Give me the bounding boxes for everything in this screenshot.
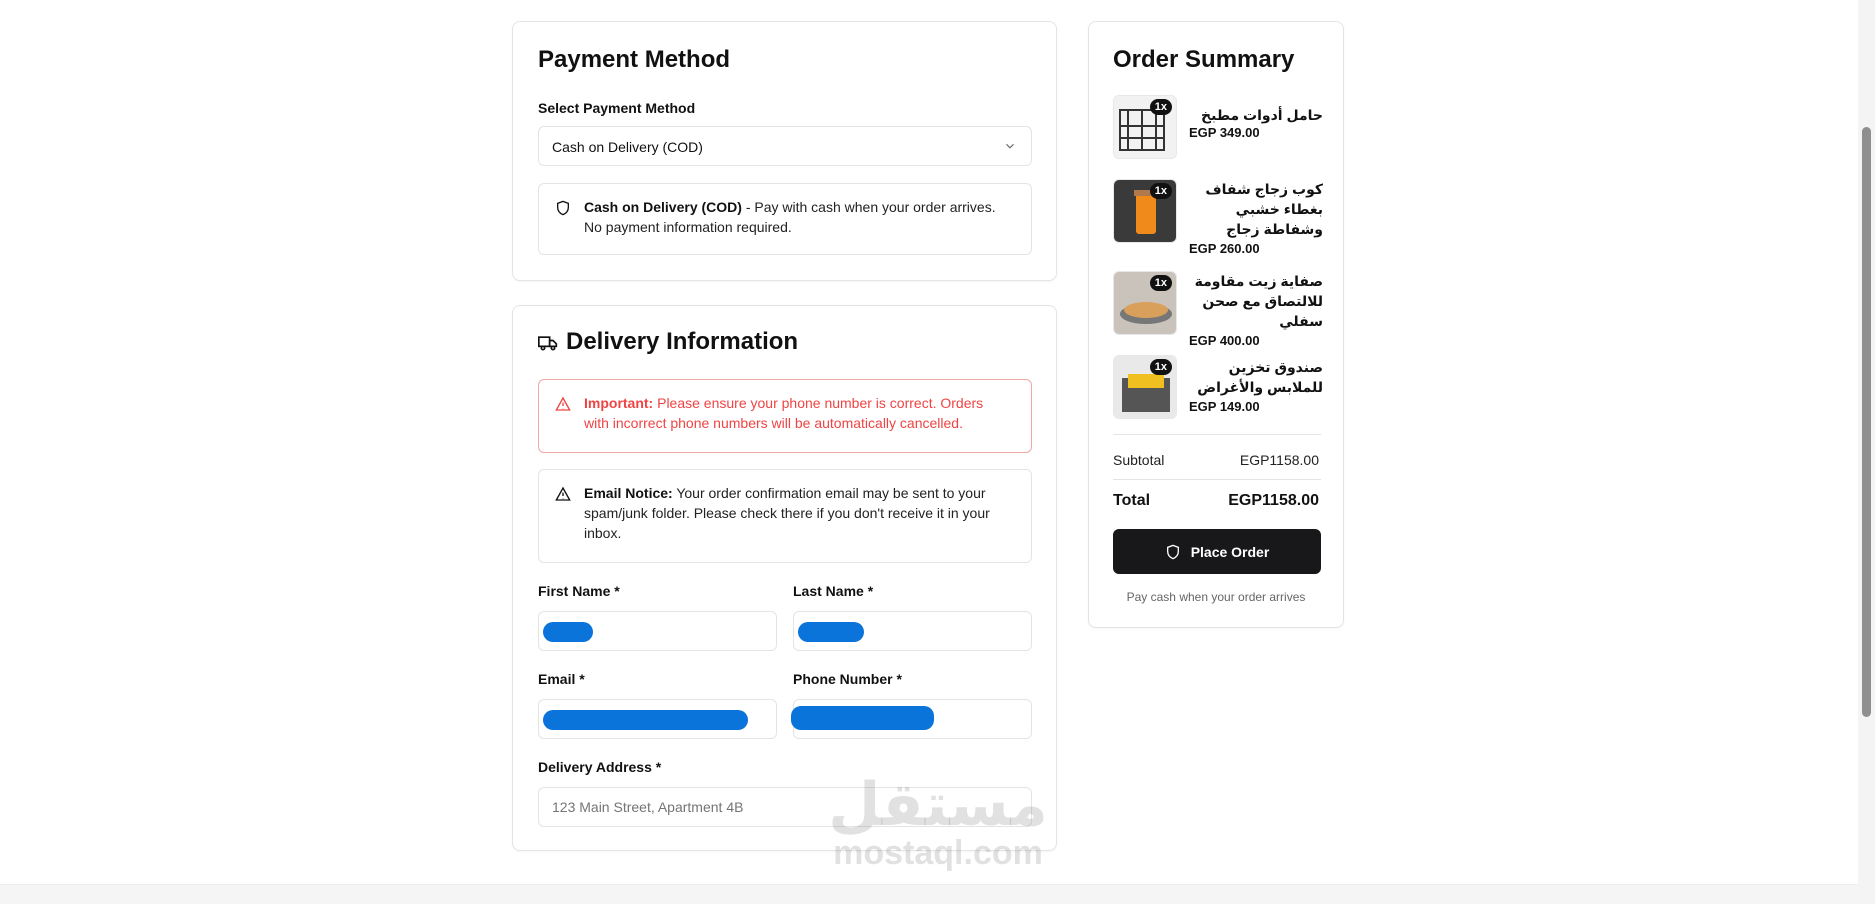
redaction-mark xyxy=(791,706,934,730)
truck-icon xyxy=(538,336,558,351)
last-name-field[interactable] xyxy=(793,611,1032,651)
item-price: EGP 260.00 xyxy=(1189,241,1260,256)
page-footer-strip xyxy=(0,884,1858,904)
item-name: حامل أدوات مطبخ xyxy=(1201,107,1323,123)
first-name-field[interactable] xyxy=(538,611,777,651)
order-item: 1x صفاية زيت مقاومة للالتصاق مع صحن سفلي… xyxy=(1113,271,1323,351)
item-price: EGP 400.00 xyxy=(1189,333,1260,348)
delivery-information-card: Delivery Information Important: Please e… xyxy=(512,305,1057,851)
item-name: صندوق تخزين للملابس والأغراض xyxy=(1197,359,1323,395)
place-order-button[interactable]: Place Order xyxy=(1113,529,1321,574)
address-label: Delivery Address * xyxy=(538,759,662,775)
shield-icon xyxy=(557,200,569,216)
scrollbar-thumb[interactable] xyxy=(1862,127,1871,717)
warning-icon xyxy=(555,486,571,501)
shield-icon xyxy=(1166,544,1179,559)
quantity-badge: 1x xyxy=(1149,359,1172,375)
quantity-badge: 1x xyxy=(1149,99,1172,115)
redaction-mark xyxy=(543,710,748,730)
order-summary-title: Order Summary xyxy=(1113,46,1295,73)
cod-notice-bold: Cash on Delivery (COD) xyxy=(584,199,742,215)
quantity-badge: 1x xyxy=(1149,183,1172,199)
payment-footnote: Pay cash when your order arrives xyxy=(1126,590,1306,604)
warning-icon xyxy=(555,396,571,411)
order-item: 1x حامل أدوات مطبخ EGP 349.00 xyxy=(1113,95,1323,165)
email-notice-bold: Email Notice: xyxy=(584,485,673,501)
cod-notice: Cash on Delivery (COD) - Pay with cash w… xyxy=(538,183,1032,255)
email-label: Email * xyxy=(538,671,585,687)
payment-method-value: Cash on Delivery (COD) xyxy=(552,139,703,155)
item-price: EGP 349.00 xyxy=(1189,125,1260,140)
important-notice: Important: Please ensure your phone numb… xyxy=(538,379,1032,453)
payment-method-title: Payment Method xyxy=(538,46,731,73)
important-notice-bold: Important: xyxy=(584,395,654,411)
product-thumbnail: 1x xyxy=(1113,95,1177,159)
order-item: 1x كوب زجاج شفاف بغطاء خشبي وشفاطة زجاج … xyxy=(1113,179,1323,259)
total-label: Total xyxy=(1113,492,1151,509)
payment-method-card: Payment Method Select Payment Method Cas… xyxy=(512,21,1057,281)
item-name: كوب زجاج شفاف بغطاء خشبي وشفاطة زجاج xyxy=(1205,181,1323,237)
redaction-mark xyxy=(798,622,864,642)
item-price: EGP 149.00 xyxy=(1189,399,1260,414)
product-thumbnail: 1x xyxy=(1113,355,1177,419)
product-thumbnail: 1x xyxy=(1113,179,1177,243)
place-order-label: Place Order xyxy=(1190,543,1270,560)
divider xyxy=(1113,434,1321,435)
quantity-badge: 1x xyxy=(1149,275,1172,291)
select-payment-label: Select Payment Method xyxy=(538,100,696,116)
scrollbar[interactable] xyxy=(1858,0,1875,904)
last-name-label: Last Name * xyxy=(793,583,874,599)
item-name: صفاية زيت مقاومة للالتصاق مع صحن سفلي xyxy=(1194,273,1323,329)
email-field[interactable] xyxy=(538,699,777,739)
first-name-label: First Name * xyxy=(538,583,620,599)
redaction-mark xyxy=(543,622,593,642)
divider xyxy=(1113,479,1321,480)
subtotal-label: Subtotal xyxy=(1113,452,1165,468)
product-thumbnail: 1x xyxy=(1113,271,1177,335)
payment-method-select[interactable]: Cash on Delivery (COD) xyxy=(538,126,1032,166)
total-value: EGP1158.00 xyxy=(1228,492,1319,509)
phone-label: Phone Number * xyxy=(793,671,902,687)
phone-number-field[interactable] xyxy=(791,699,1032,739)
delivery-information-title: Delivery Information xyxy=(566,328,799,355)
email-notice: Email Notice: Your order confirmation em… xyxy=(538,469,1032,563)
order-summary-card: Order Summary 1x حامل أدوات مطبخ EGP 349… xyxy=(1088,21,1344,628)
delivery-address-input[interactable] xyxy=(538,787,1032,827)
subtotal-value: EGP1158.00 xyxy=(1239,452,1319,468)
chevron-down-icon xyxy=(1006,143,1014,149)
order-item: 1x صندوق تخزين للملابس والأغراض EGP 149.… xyxy=(1113,355,1323,425)
